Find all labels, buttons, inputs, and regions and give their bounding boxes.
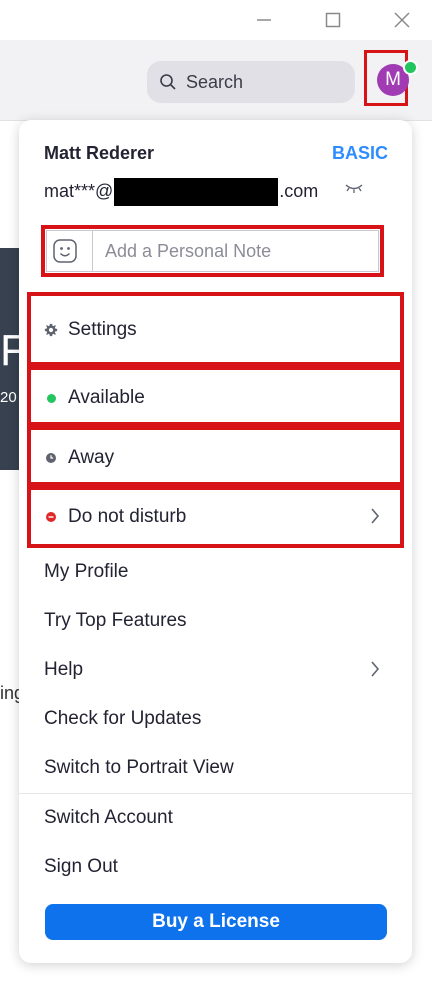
email-prefix: mat***@ (44, 180, 114, 201)
menu-item-sign-out[interactable]: Sign Out (19, 843, 412, 891)
menu-item-my-profile[interactable]: My Profile (19, 548, 412, 596)
background-card-number: 20 (0, 389, 17, 406)
gear-icon (44, 323, 58, 337)
menu-item-label: My Profile (44, 561, 129, 582)
available-status-icon (46, 393, 56, 403)
smiley-icon[interactable] (52, 238, 78, 264)
profile-email: mat***@ .com (44, 178, 318, 206)
menu-item-settings[interactable]: Settings (19, 306, 412, 354)
personal-note-placeholder: Add a Personal Note (105, 241, 272, 261)
menu-item-available[interactable]: Available (19, 374, 412, 422)
menu-item-label: Switch Account (44, 807, 173, 828)
search-icon (160, 74, 176, 90)
menu-item-label: Sign Out (44, 856, 118, 877)
menu-item-check-for-updates[interactable]: Check for Updates (19, 695, 412, 743)
search-bar[interactable]: Search (147, 61, 355, 103)
menu-item-label: Check for Updates (44, 708, 202, 729)
menu-item-label: Try Top Features (44, 610, 187, 631)
menu-item-try-top-features[interactable]: Try Top Features (19, 597, 412, 645)
away-clock-icon (46, 453, 56, 463)
close-icon (394, 12, 410, 28)
buy-license-button[interactable]: Buy a License (45, 904, 387, 940)
window-titlebar (0, 0, 432, 40)
minimize-icon (257, 19, 271, 21)
profile-name: Matt Rederer (44, 143, 155, 163)
menu-item-label: Away (68, 447, 115, 468)
presence-dot (403, 60, 418, 75)
close-button[interactable] (388, 6, 416, 34)
menu-item-label: Settings (68, 319, 137, 340)
eye-closed-icon[interactable] (344, 182, 364, 194)
menu-item-label: Available (68, 387, 145, 408)
chevron-right-icon (371, 508, 380, 524)
menu-item-label: Do not disturb (68, 506, 187, 527)
menu-item-label: Help (44, 659, 84, 680)
search-label: Search (186, 71, 244, 92)
dnd-status-icon (46, 512, 56, 522)
maximize-icon (325, 12, 341, 28)
email-redaction (114, 178, 279, 206)
menu-item-help[interactable]: Help (19, 646, 412, 694)
menu-item-label: Switch to Portrait View (44, 757, 234, 778)
menu-item-away[interactable]: Away (19, 434, 412, 482)
menu-item-switch-account[interactable]: Switch Account (19, 794, 412, 842)
note-separator (92, 231, 93, 271)
menu-item-do-not-disturb[interactable]: Do not disturb (19, 493, 412, 541)
email-suffix: .com (279, 180, 319, 201)
chevron-right-icon (371, 661, 380, 677)
maximize-button[interactable] (319, 6, 347, 34)
menu-item-portrait-view[interactable]: Switch to Portrait View (19, 744, 412, 792)
minimize-button[interactable] (250, 6, 278, 34)
plan-badge: BASIC (332, 143, 389, 163)
background-side-text: ing (0, 683, 20, 703)
